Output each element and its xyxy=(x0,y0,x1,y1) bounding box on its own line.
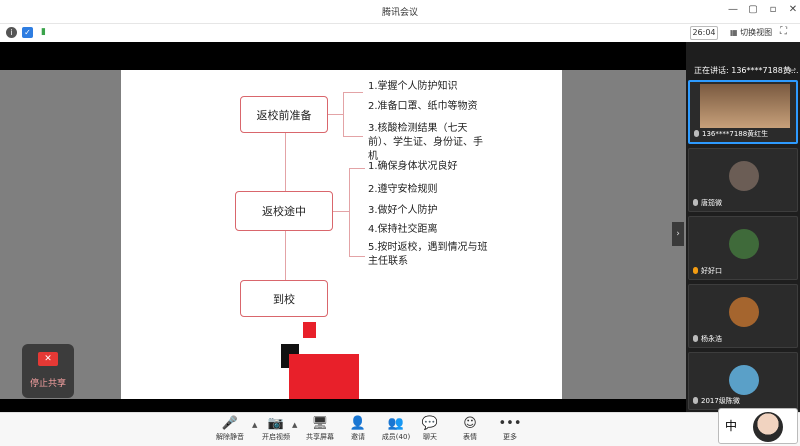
decor-red-block xyxy=(289,354,359,399)
collapse-icon[interactable]: ↩ xyxy=(788,64,796,78)
participant-tile[interactable]: 好好口 xyxy=(688,216,798,280)
grid-icon: ▦ xyxy=(730,28,741,37)
info-icon[interactable]: i xyxy=(6,27,17,38)
brace xyxy=(349,168,350,256)
mic-off-icon xyxy=(693,267,698,274)
connector-line xyxy=(285,133,286,191)
ime-mode[interactable]: 中 xyxy=(725,417,737,434)
participant-tile[interactable]: 2017级陈微 xyxy=(688,352,798,410)
ime-avatar xyxy=(753,412,783,442)
participant-tile[interactable]: 136****7188黄红生 xyxy=(688,80,798,144)
control-bar: 🎤 解除静音 ▲ 📷 开启视频 ▲ 🖥 共享屏幕 👤 邀请 👥 成员(40) 💬… xyxy=(0,412,800,446)
transit-item: 5.按时返校，遇到情况与班主任联系 xyxy=(368,242,488,267)
title-bar: 腾讯会议 — ▢ ▫ ✕ xyxy=(0,0,800,24)
emoji-icon: ☺ xyxy=(463,416,477,431)
minimize-icon[interactable]: — xyxy=(726,4,740,15)
stop-share-label: 停止共享 xyxy=(29,379,66,389)
chevron-right-icon[interactable]: › xyxy=(672,222,684,246)
transit-item: 4.保持社交距离 xyxy=(368,224,438,235)
node-prep: 返校前准备 xyxy=(240,96,328,133)
avatar xyxy=(729,161,759,191)
transit-item: 1.确保身体状况良好 xyxy=(368,161,458,172)
invite-button[interactable]: 👤 邀请 xyxy=(338,416,378,442)
share-screen-button[interactable]: 🖥 共享屏幕 xyxy=(300,416,340,442)
screen-share-icon: 🖥 xyxy=(311,416,329,431)
restore-icon[interactable]: ▫ xyxy=(766,4,780,15)
add-user-icon: 👤 xyxy=(349,416,367,431)
decor-red-square xyxy=(303,322,316,338)
brace-hook xyxy=(333,211,349,212)
mic-icon xyxy=(694,130,699,137)
node-arrive: 到校 xyxy=(240,280,328,317)
camera-off-icon: 📷 xyxy=(267,416,285,431)
brace-hook xyxy=(349,168,365,169)
brace xyxy=(343,92,344,136)
brace-hook xyxy=(349,256,365,257)
shield-icon[interactable]: ✓ xyxy=(22,27,33,38)
fullscreen-icon[interactable]: ⛶ xyxy=(780,26,787,37)
more-icon: ••• xyxy=(498,416,522,431)
video-feed xyxy=(700,84,790,128)
more-button[interactable]: ••• 更多 xyxy=(490,416,530,442)
chat-button[interactable]: 💬 聊天 xyxy=(410,416,450,442)
reactions-button[interactable]: ☺ 表情 xyxy=(450,416,490,442)
transit-item: 3.做好个人防护 xyxy=(368,205,438,216)
node-transit: 返校途中 xyxy=(235,191,333,231)
connector-line xyxy=(285,231,286,280)
chat-icon: 💬 xyxy=(421,416,439,431)
participant-tile[interactable]: 杨永浩 xyxy=(688,284,798,348)
stop-share-icon: ✕ xyxy=(38,352,58,366)
start-video-button[interactable]: 📷 开启视频 xyxy=(256,416,296,442)
meeting-toolbar: i ✓ ▮ 26:04 ▦ 切换视图 ⛶ xyxy=(0,24,800,42)
mic-off-icon: 🎤 xyxy=(221,416,239,431)
signal-icon: ▮ xyxy=(41,27,46,37)
avatar xyxy=(729,229,759,259)
meeting-timer: 26:04 xyxy=(690,26,718,40)
brace-hook xyxy=(343,136,363,137)
maximize-icon[interactable]: ▢ xyxy=(746,4,760,15)
transit-item: 2.遵守安检规则 xyxy=(368,184,438,195)
brace-hook xyxy=(328,114,343,115)
chevron-up-icon[interactable]: ▲ xyxy=(292,421,297,429)
brace-hook xyxy=(343,92,363,93)
slide: 返校前准备 返校途中 到校 1.掌握个人防护知识 2.准备口罩、纸巾等物资 3.… xyxy=(121,70,562,399)
unmute-button[interactable]: 🎤 解除静音 xyxy=(210,416,250,442)
ime-toolbar[interactable]: 中 xyxy=(718,408,798,444)
avatar xyxy=(729,365,759,395)
participant-panel: 正在讲话: 136****7188黄... ↩ 136****7188黄红生 唐… xyxy=(686,42,800,412)
prep-item: 3.核酸检测结果（七天前）、学生证、身份证、手机 xyxy=(368,123,483,162)
prep-item: 1.掌握个人防护知识 xyxy=(368,81,458,92)
close-icon[interactable]: ✕ xyxy=(786,4,800,15)
prep-item: 2.准备口罩、纸巾等物资 xyxy=(368,101,478,112)
mic-off-icon xyxy=(693,397,698,404)
stop-share-button[interactable]: ✕ 停止共享 xyxy=(22,344,74,398)
participant-tile[interactable]: 唐笳微 xyxy=(688,148,798,212)
window-title: 腾讯会议 xyxy=(381,8,418,18)
switch-view-button[interactable]: ▦ 切换视图 xyxy=(730,27,772,38)
speaking-indicator: 正在讲话: 136****7188黄... ↩ xyxy=(694,64,799,78)
avatar xyxy=(729,297,759,327)
mic-off-icon xyxy=(693,199,698,206)
mic-off-icon xyxy=(693,335,698,342)
